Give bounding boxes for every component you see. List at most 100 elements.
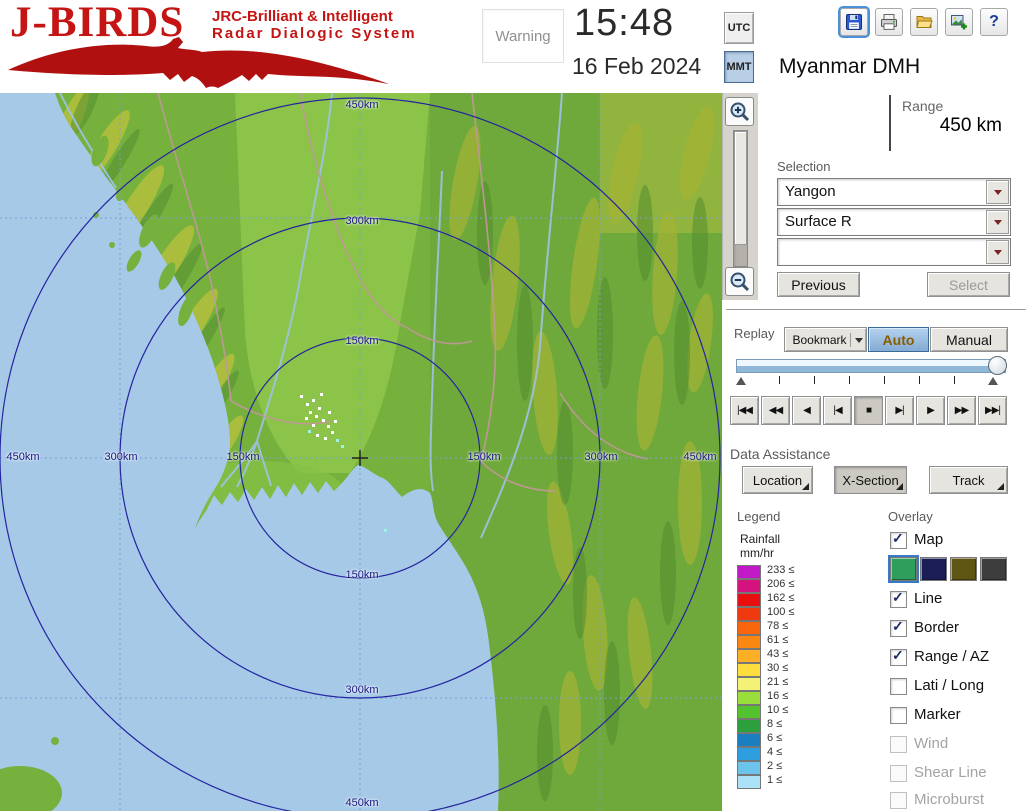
select-button[interactable]: Select [927,272,1010,297]
bookmark-button[interactable]: Bookmark [784,327,867,352]
range-label-left-300: 300km [104,451,137,463]
legend-value: 10 ≤ [767,704,788,716]
legend-value: 6 ≤ [767,732,782,744]
panel-divider [726,309,1026,313]
location-button[interactable]: Location [742,466,813,494]
overlay-item-label: Range / AZ [914,648,989,665]
legend-color-swatch [737,705,761,719]
range-az-checkbox[interactable]: ✓ [890,649,907,666]
zoom-out-button[interactable] [725,267,754,296]
legend-value: 162 ≤ [767,592,794,604]
map-style-swatch-gray[interactable] [980,557,1007,581]
site-dropdown[interactable]: Yangon [777,178,1011,206]
line-checkbox[interactable]: ✓ [890,591,907,608]
product-dropdown-value: Surface R [785,213,852,230]
playback-goto-start-button[interactable]: |◀◀ [730,396,759,425]
legend-color-swatch [737,593,761,607]
range-label-right-150: 150km [467,451,500,463]
help-button[interactable]: ? [980,8,1008,36]
zoom-in-icon [729,101,751,123]
track-button-label: Track [952,473,984,488]
border-checkbox[interactable]: ✓ [890,620,907,637]
map-style-swatch-navy[interactable] [920,557,947,581]
overlay-item-label: Border [914,619,959,636]
legend-value: 4 ≤ [767,746,782,758]
bookmark-dropdown-arrow[interactable] [850,333,863,347]
replay-timeline-slider[interactable] [736,359,1006,373]
map-style-swatch-olive[interactable] [950,557,977,581]
legend-value: 21 ≤ [767,676,788,688]
overlay-section-label: Overlay [888,509,933,524]
marker-checkbox[interactable] [890,707,907,724]
save-button[interactable] [840,8,868,36]
playback-reverse-button[interactable]: ◀ [792,396,821,425]
overlay-item-label: Line [914,590,942,607]
site-dropdown-value: Yangon [785,183,836,200]
corner-expand-icon [802,483,809,490]
radar-map[interactable]: 450km 300km 150km 450km 300km 150km 150k… [0,93,722,811]
legend-value: 61 ≤ [767,634,788,646]
timezone-mmt-button[interactable]: MMT [724,51,754,83]
zoom-slider-thumb[interactable] [734,131,747,245]
replay-auto-button[interactable]: Auto [868,327,929,352]
playback-fast-rewind-button[interactable]: ◀◀ [761,396,790,425]
site-dropdown-button[interactable] [986,180,1009,204]
timezone-utc-button[interactable]: UTC [724,12,754,44]
overlay-item-label: Marker [914,706,961,723]
map-checkbox[interactable]: ✓ [890,532,907,549]
legend-color-swatch [737,565,761,579]
playback-play-button[interactable]: ▶ [916,396,945,425]
export-image-button[interactable] [945,8,973,36]
clock-time: 15:48 [574,2,674,45]
open-folder-icon [915,13,933,31]
legend-color-swatch [737,747,761,761]
playback-fast-forward-button[interactable]: ▶▶ [947,396,976,425]
chevron-down-icon [994,190,1002,195]
corner-expand-icon [997,483,1004,490]
timeline-tick [779,376,780,384]
header: J-BIRDS JRC-Brilliant & Intelligent Rada… [0,0,1030,93]
option-dropdown[interactable] [777,238,1011,266]
warning-indicator: Warning [482,9,564,63]
timeline-tick [919,376,920,384]
legend-value: 16 ≤ [767,690,788,702]
timeline-end-marker [988,377,998,385]
open-folder-button[interactable] [910,8,938,36]
range-label-right-450: 450km [683,451,716,463]
replay-manual-button[interactable]: Manual [930,327,1008,352]
j-birds-app: J-BIRDS JRC-Brilliant & Intelligent Rada… [0,0,1030,811]
zoom-slider[interactable] [733,130,748,267]
range-label-bottom-450: 450km [345,797,378,809]
timeline-tick [814,376,815,384]
replay-slider-thumb[interactable] [988,356,1007,375]
legend-unit: mm/hr [740,546,774,560]
legend-color-swatch [737,677,761,691]
xsection-button[interactable]: X-Section [834,466,907,494]
legend-value: 1 ≤ [767,774,782,786]
range-label-top-450: 450km [345,99,378,111]
product-dropdown-button[interactable] [986,210,1009,234]
save-icon [845,13,863,31]
legend-value: 30 ≤ [767,662,788,674]
zoom-in-button[interactable] [725,97,754,126]
clock-date: 16 Feb 2024 [572,53,701,80]
product-dropdown[interactable]: Surface R [777,208,1011,236]
playback-goto-end-button[interactable]: ▶▶| [978,396,1007,425]
zoom-out-icon [729,271,751,293]
playback-step-forward-button[interactable]: ▶| [885,396,914,425]
lati-long-checkbox[interactable] [890,678,907,695]
previous-button[interactable]: Previous [777,272,860,297]
playback-stop-button[interactable]: ■ [854,396,883,425]
playback-step-back-button[interactable]: |◀ [823,396,852,425]
location-button-label: Location [753,473,802,488]
chevron-down-icon [994,220,1002,225]
replay-section-label: Replay [734,326,774,341]
eagle-logo-icon [6,36,391,88]
export-image-icon [950,13,968,31]
track-button[interactable]: Track [929,466,1008,494]
option-dropdown-button[interactable] [986,240,1009,264]
map-style-swatch-green[interactable] [890,557,917,581]
legend-unit-title: Rainfall [740,532,780,546]
legend-color-swatch [737,621,761,635]
print-button[interactable] [875,8,903,36]
